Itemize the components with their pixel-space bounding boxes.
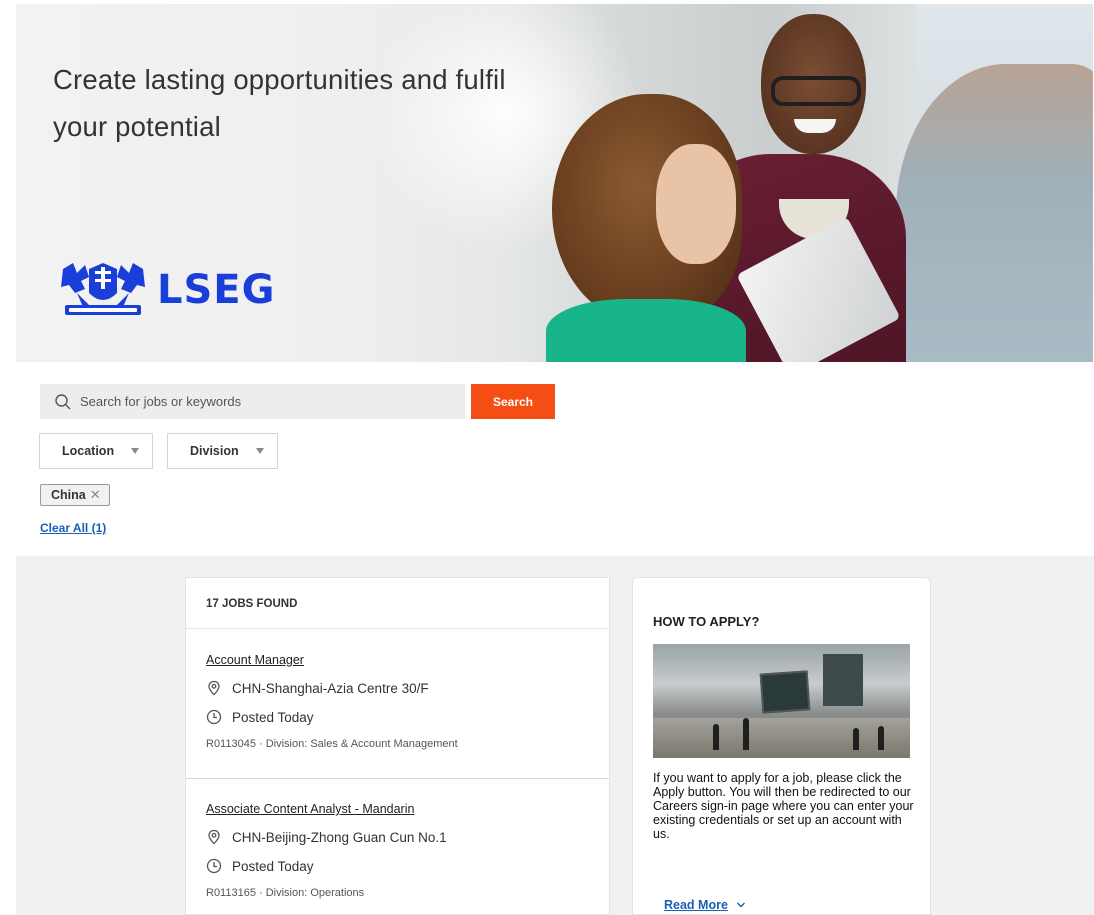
search-field[interactable] [40, 384, 465, 419]
job-posted-text: Posted Today [232, 858, 314, 874]
search-icon [55, 393, 71, 409]
job-location-text: CHN-Shanghai-Azia Centre 30/F [232, 680, 429, 696]
how-to-apply-text: If you want to apply for a job, please c… [653, 771, 914, 841]
read-more-label: Read More [664, 898, 728, 912]
job-title-link[interactable]: Account Manager [206, 653, 596, 667]
search-button[interactable]: Search [471, 384, 555, 419]
image-person [713, 724, 719, 750]
image-person [853, 728, 859, 750]
image-floor [653, 718, 910, 758]
read-more-link[interactable]: Read More [664, 898, 746, 912]
search-input[interactable] [80, 394, 460, 409]
lseg-logo: LSEG [55, 258, 275, 322]
jobs-found-count: 17 JOBS FOUND [206, 598, 298, 610]
hero-photo-person-left-face [656, 144, 736, 264]
job-location-text: CHN-Beijing-Zhong Guan Cun No.1 [232, 829, 447, 845]
location-pin-icon [208, 829, 220, 845]
job-location: CHN-Shanghai-Azia Centre 30/F [206, 680, 596, 696]
division-filter-dropdown[interactable]: Division [167, 433, 278, 469]
location-filter-dropdown[interactable]: Location [39, 433, 153, 469]
job-list-item: Account Manager CHN-Shanghai-Azia Centre… [206, 653, 596, 750]
hero-photo-glasses [771, 76, 861, 106]
how-to-apply-card: HOW TO APPLY? If you want to apply for a… [632, 577, 931, 915]
how-to-apply-image [653, 644, 910, 758]
clear-all-link[interactable]: Clear All (1) [40, 521, 106, 535]
job-posted-text: Posted Today [232, 709, 314, 725]
active-filter-chip[interactable]: China ✕ [40, 484, 110, 506]
lseg-crest-icon [61, 263, 145, 315]
caret-down-icon [255, 448, 264, 454]
job-meta: R0113045 · Division: Sales & Account Man… [206, 738, 458, 750]
close-icon[interactable]: ✕ [90, 487, 101, 503]
job-title-link[interactable]: Associate Content Analyst - Mandarin [206, 802, 596, 816]
how-to-apply-title: HOW TO APPLY? [653, 614, 760, 629]
hero-title: Create lasting opportunities and fulfil … [53, 64, 506, 142]
image-person [743, 718, 749, 750]
jobs-list-card: 17 JOBS FOUND Account Manager CHN-Shangh… [185, 577, 610, 915]
chevron-down-icon [736, 902, 745, 908]
location-filter-label: Location [62, 444, 115, 458]
divider [186, 778, 609, 779]
clock-icon [206, 858, 222, 874]
image-screen [823, 654, 863, 706]
job-meta: R0113165 · Division: Operations [206, 887, 365, 899]
image-person [878, 726, 884, 750]
job-list-item: Associate Content Analyst - Mandarin CHN… [206, 802, 596, 899]
caret-down-icon [131, 448, 140, 454]
divider [186, 628, 609, 629]
location-pin-icon [208, 680, 220, 696]
image-screen [759, 670, 811, 714]
job-posted: Posted Today [206, 858, 596, 874]
job-posted: Posted Today [206, 709, 596, 725]
division-filter-label: Division [190, 444, 239, 458]
clock-icon [206, 709, 222, 725]
active-filter-chip-label: China [51, 488, 86, 502]
logo-wordmark: LSEG [157, 267, 276, 313]
job-location: CHN-Beijing-Zhong Guan Cun No.1 [206, 829, 596, 845]
hero-photo-person-left-shirt [546, 299, 746, 362]
